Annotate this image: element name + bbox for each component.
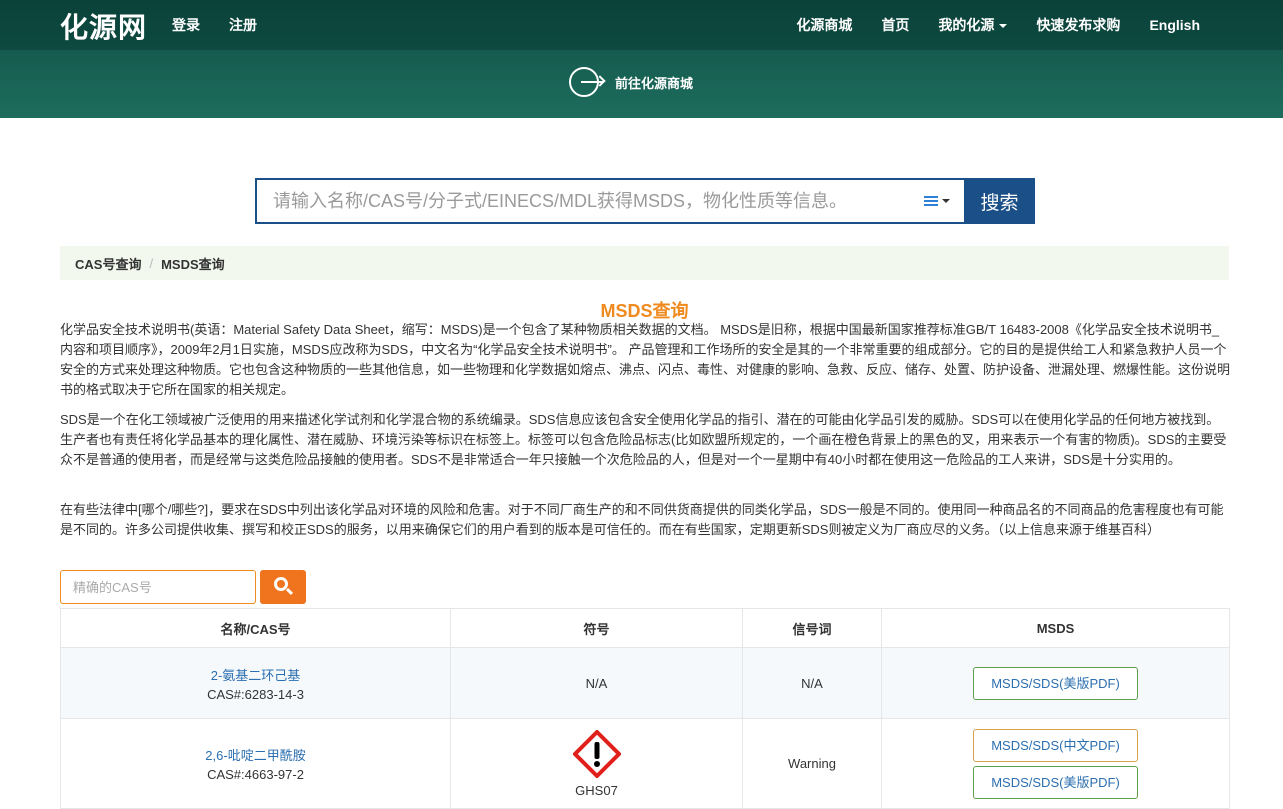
msds-cell: MSDS/SDS(中文PDF) MSDS/SDS(美版PDF) [881, 718, 1230, 809]
column-header-signal: 信号词 [742, 608, 882, 648]
msds-cell: MSDS/SDS(美版PDF) [881, 647, 1230, 719]
ghs07-exclamation-icon [571, 728, 622, 779]
logo-text: 源网 [89, 12, 148, 43]
symbol-cell: GHS07 [450, 718, 743, 809]
list-icon [924, 195, 938, 207]
cas-number: CAS#:4663-97-2 [207, 767, 304, 782]
intro-paragraph-3: 在有些法律中[哪个/哪些?]，要求在SDS中列出该化学品对环境的风险和危害。对于… [60, 502, 1224, 537]
table-header-row: 名称/CAS号 符号 信号词 MSDS [60, 608, 1230, 648]
msds-cn-pdf-button[interactable]: MSDS/SDS(中文PDF) [973, 728, 1138, 762]
compound-name-link[interactable]: 2-氨基二环己基 [61, 665, 450, 684]
chevron-down-icon [999, 24, 1008, 29]
msds-us-pdf-button[interactable]: MSDS/SDS(美版PDF) [973, 666, 1138, 700]
column-header-msds: MSDS [881, 608, 1230, 648]
column-header-name: 名称/CAS号 [60, 608, 451, 648]
header-banner: 化源网 登录 注册 化源商城 首页 我的化源 快速发布求购 English 前往… [0, 0, 1283, 118]
name-cell: 2-氨基二环己基 CAS#:6283-14-3 [60, 647, 451, 719]
exit-arrow-icon [569, 67, 606, 97]
msds-us-pdf-button[interactable]: MSDS/SDS(美版PDF) [973, 765, 1138, 799]
breadcrumb-cas-link[interactable]: CAS号查询 [75, 254, 141, 273]
nav-my-account-label: 我的化源 [938, 17, 995, 33]
breadcrumb-separator: / [149, 255, 154, 271]
site-logo[interactable]: 化源网 [60, 6, 147, 46]
nav-my-account-dropdown[interactable]: 我的化源 [938, 15, 1008, 35]
msds-table: 名称/CAS号 符号 信号词 MSDS 2-氨基二环己基 CAS#:6283-1… [60, 608, 1230, 809]
goto-mall-link[interactable]: 前往化源商城 [569, 67, 693, 97]
nav-home-link[interactable]: 首页 [881, 15, 909, 35]
breadcrumb: CAS号查询 / MSDS查询 [60, 246, 1229, 280]
main-search-bar: 搜索 [255, 178, 1035, 224]
intro-paragraph-1: 化学品安全技术说明书(英语：Material Safety Data Sheet… [60, 322, 1231, 397]
nav-mall-link[interactable]: 化源商城 [796, 15, 852, 35]
symbol-cell: N/A [450, 647, 743, 719]
top-navbar: 化源网 登录 注册 化源商城 首页 我的化源 快速发布求购 English [0, 0, 1283, 50]
nav-right: 化源商城 首页 我的化源 快速发布求购 English [796, 15, 1200, 35]
nav-english-link[interactable]: English [1149, 17, 1200, 33]
table-row: 2,6-吡啶二甲酰胺 CAS#:4663-97-2 GHS07 Warning … [60, 718, 1230, 809]
signal-word-cell: Warning [742, 718, 882, 809]
chevron-down-icon [942, 199, 950, 203]
nav-post-request-link[interactable]: 快速发布求购 [1036, 15, 1120, 35]
logo-char: 化 [60, 11, 90, 44]
name-cell: 2,6-吡啶二甲酰胺 CAS#:4663-97-2 [60, 718, 451, 809]
table-row: 2-氨基二环己基 CAS#:6283-14-3 N/A N/A MSDS/SDS… [60, 647, 1230, 719]
register-link[interactable]: 注册 [229, 15, 257, 35]
signal-word-cell: N/A [742, 647, 882, 719]
column-header-symbol: 符号 [450, 608, 743, 648]
breadcrumb-current: MSDS查询 [161, 256, 225, 272]
cas-search-button[interactable] [260, 570, 306, 604]
login-link[interactable]: 登录 [172, 15, 200, 35]
search-button[interactable]: 搜索 [964, 178, 1035, 224]
nav-left: 登录 注册 [172, 15, 257, 35]
compound-name-link[interactable]: 2,6-吡啶二甲酰胺 [61, 745, 450, 764]
search-type-dropdown[interactable] [910, 178, 964, 224]
goto-mall-label: 前往化源商城 [615, 75, 694, 91]
cas-number: CAS#:6283-14-3 [207, 686, 304, 702]
ghs-code-label: GHS07 [575, 782, 618, 798]
main-search-input[interactable] [255, 178, 910, 224]
intro-paragraph-2: SDS是一个在化工领域被广泛使用的用来描述化学试剂和化学混合物的系统编录。SDS… [60, 412, 1227, 467]
cas-search-input[interactable] [60, 570, 256, 604]
